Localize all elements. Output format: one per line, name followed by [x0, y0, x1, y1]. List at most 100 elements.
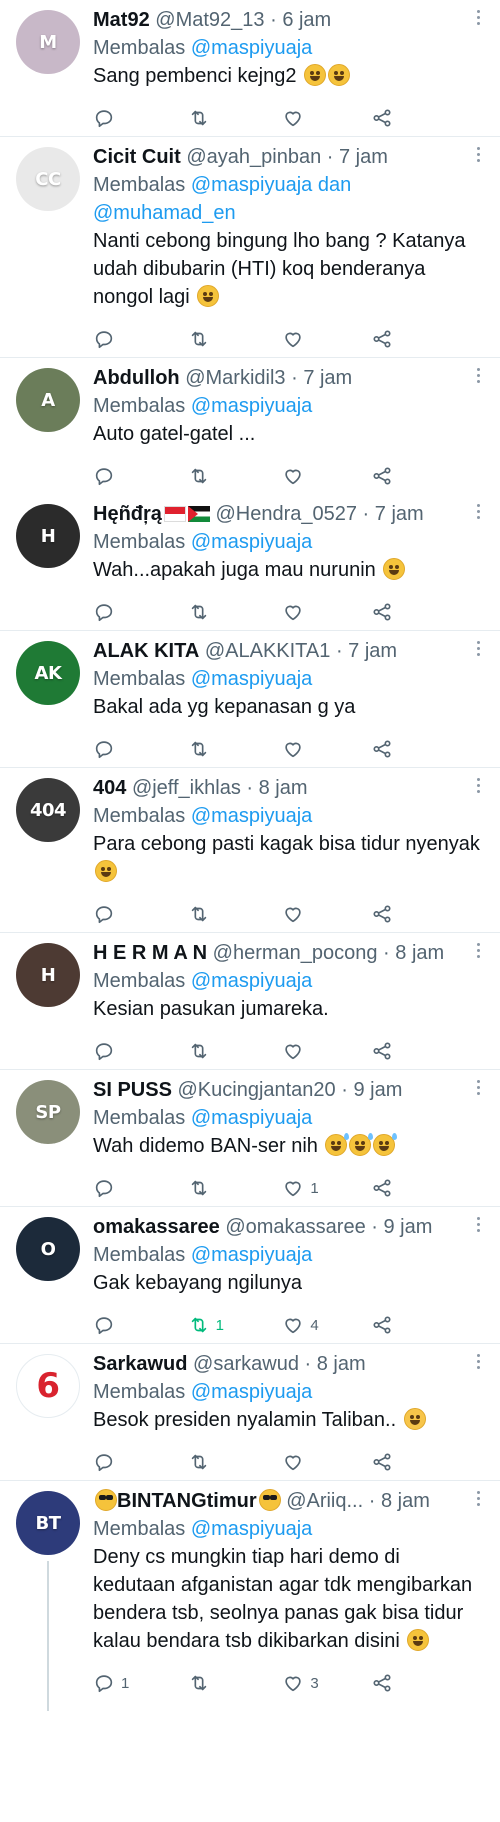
avatar[interactable]: A	[16, 368, 80, 432]
mention-link[interactable]: @maspiyuaja	[191, 531, 312, 553]
more-options-icon[interactable]	[474, 504, 482, 524]
user-handle[interactable]: @ALAKKITA1	[205, 640, 331, 662]
timestamp[interactable]: 9 jam	[384, 1216, 433, 1238]
timestamp[interactable]: 7 jam	[348, 640, 397, 662]
retweet-button[interactable]	[188, 1177, 283, 1199]
retweet-button[interactable]	[188, 107, 283, 129]
display-name[interactable]: 404	[93, 777, 126, 799]
share-icon[interactable]	[371, 903, 393, 925]
share-icon[interactable]	[371, 1314, 393, 1336]
mention-link[interactable]: @maspiyuaja	[191, 1518, 312, 1540]
reply-button[interactable]	[93, 1314, 188, 1336]
tweet-reply[interactable]: A Abdulloh @Markidil3 · 7 jam Membalas @ma…	[0, 358, 500, 494]
share-icon[interactable]	[371, 107, 393, 129]
retweet-button[interactable]	[188, 601, 283, 623]
timestamp[interactable]: 8 jam	[395, 942, 444, 964]
mention-link[interactable]: @maspiyuaja	[191, 1107, 312, 1129]
more-options-icon[interactable]	[474, 10, 482, 30]
reply-button[interactable]	[93, 601, 188, 623]
more-options-icon[interactable]	[474, 1080, 482, 1100]
avatar[interactable]: 404	[16, 778, 80, 842]
reply-button[interactable]	[93, 1040, 188, 1062]
mention-link[interactable]: @maspiyuaja	[191, 174, 312, 196]
more-options-icon[interactable]	[474, 1217, 482, 1237]
share-icon[interactable]	[371, 1040, 393, 1062]
user-handle[interactable]: @Mat92_13	[155, 9, 264, 31]
like-button[interactable]	[282, 107, 377, 129]
like-button[interactable]	[282, 903, 377, 925]
tweet-reply[interactable]: H Hęñđŗą @Hendra_0527 · 7 jam Membalas @ma…	[0, 494, 500, 631]
timestamp[interactable]: 6 jam	[282, 9, 331, 31]
avatar[interactable]: BT	[16, 1491, 80, 1555]
mention-link[interactable]: @maspiyuaja	[191, 395, 312, 417]
share-icon[interactable]	[371, 601, 393, 623]
like-button[interactable]	[282, 465, 377, 487]
like-button[interactable]: 3	[282, 1672, 377, 1694]
avatar[interactable]: AK	[16, 641, 80, 705]
reply-button[interactable]	[93, 465, 188, 487]
user-handle[interactable]: @herman_pocong	[213, 942, 378, 964]
avatar[interactable]: M	[16, 10, 80, 74]
timestamp[interactable]: 7 jam	[339, 146, 388, 168]
mention-link[interactable]: @maspiyuaja	[191, 970, 312, 992]
timestamp[interactable]: 9 jam	[353, 1079, 402, 1101]
reply-button[interactable]	[93, 107, 188, 129]
reply-button[interactable]	[93, 1177, 188, 1199]
retweet-button[interactable]	[188, 903, 283, 925]
tweet-reply[interactable]: M Mat92 @Mat92_13 · 6 jam Membalas @maspiy…	[0, 0, 500, 137]
mention-link[interactable]: @maspiyuaja	[191, 805, 312, 827]
like-button[interactable]	[282, 601, 377, 623]
more-options-icon[interactable]	[474, 147, 482, 167]
reply-button[interactable]	[93, 328, 188, 350]
mention-link[interactable]: @maspiyuaja	[191, 1381, 312, 1403]
timestamp[interactable]: 8 jam	[317, 1353, 366, 1375]
retweet-button[interactable]	[188, 1040, 283, 1062]
reply-button[interactable]	[93, 1451, 188, 1473]
tweet-reply[interactable]: BT BINTANGtimur @Ariiq... · 8 jam Membalas…	[0, 1481, 500, 1711]
display-name[interactable]: Sarkawud	[93, 1353, 187, 1375]
timestamp[interactable]: 8 jam	[259, 777, 308, 799]
share-icon[interactable]	[371, 1672, 393, 1694]
avatar[interactable]: H	[16, 504, 80, 568]
like-button[interactable]	[282, 1040, 377, 1062]
display-name[interactable]: Abdulloh	[93, 367, 180, 389]
tweet-reply[interactable]: 404 404 @jeff_ikhlas · 8 jam Membalas @mas…	[0, 768, 500, 933]
more-options-icon[interactable]	[474, 1354, 482, 1374]
retweet-button[interactable]	[188, 738, 283, 760]
avatar[interactable]: 6	[16, 1354, 80, 1418]
share-icon[interactable]	[371, 738, 393, 760]
mention-link[interactable]: @maspiyuaja	[191, 37, 312, 59]
tweet-reply[interactable]: SP SI PUSS @Kucingjantan20 · 9 jam Membala…	[0, 1070, 500, 1207]
user-handle[interactable]: @omakassaree	[225, 1216, 365, 1238]
display-name[interactable]: SI PUSS	[93, 1079, 172, 1101]
mention-link[interactable]: @maspiyuaja	[191, 668, 312, 690]
user-handle[interactable]: @sarkawud	[193, 1353, 299, 1375]
timestamp[interactable]: 8 jam	[381, 1490, 430, 1512]
display-name[interactable]: H E R M A N	[93, 942, 207, 964]
retweet-button[interactable]: 1	[188, 1314, 283, 1336]
tweet-reply[interactable]: AK ALAK KITA @ALAKKITA1 · 7 jam Membalas @…	[0, 631, 500, 768]
more-options-icon[interactable]	[474, 778, 482, 798]
avatar[interactable]: O	[16, 1217, 80, 1281]
retweet-button[interactable]	[188, 1672, 283, 1694]
like-button[interactable]	[282, 1451, 377, 1473]
user-handle[interactable]: @Hendra_0527	[215, 503, 357, 525]
user-handle[interactable]: @Markidil3	[185, 367, 285, 389]
display-name[interactable]: BINTANGtimur	[117, 1490, 257, 1512]
user-handle[interactable]: @Ariiq...	[286, 1490, 363, 1512]
more-options-icon[interactable]	[474, 368, 482, 388]
timestamp[interactable]: 7 jam	[375, 503, 424, 525]
more-options-icon[interactable]	[474, 1491, 482, 1511]
share-icon[interactable]	[371, 328, 393, 350]
display-name[interactable]: ALAK KITA	[93, 640, 199, 662]
reply-button[interactable]	[93, 903, 188, 925]
display-name[interactable]: Mat92	[93, 9, 150, 31]
tweet-reply[interactable]: HH E R M A N @herman_pocong · 8 jam Memba…	[0, 933, 500, 1070]
avatar[interactable]: SP	[16, 1080, 80, 1144]
share-icon[interactable]	[371, 1451, 393, 1473]
tweet-reply[interactable]: 6 Sarkawud @sarkawud · 8 jam Membalas @mas…	[0, 1344, 500, 1481]
user-handle[interactable]: @Kucingjantan20	[177, 1079, 335, 1101]
retweet-button[interactable]	[188, 328, 283, 350]
tweet-reply[interactable]: Oomakassaree @omakassaree · 9 jam Membala…	[0, 1207, 500, 1344]
display-name[interactable]: Hęñđŗą	[93, 503, 162, 525]
